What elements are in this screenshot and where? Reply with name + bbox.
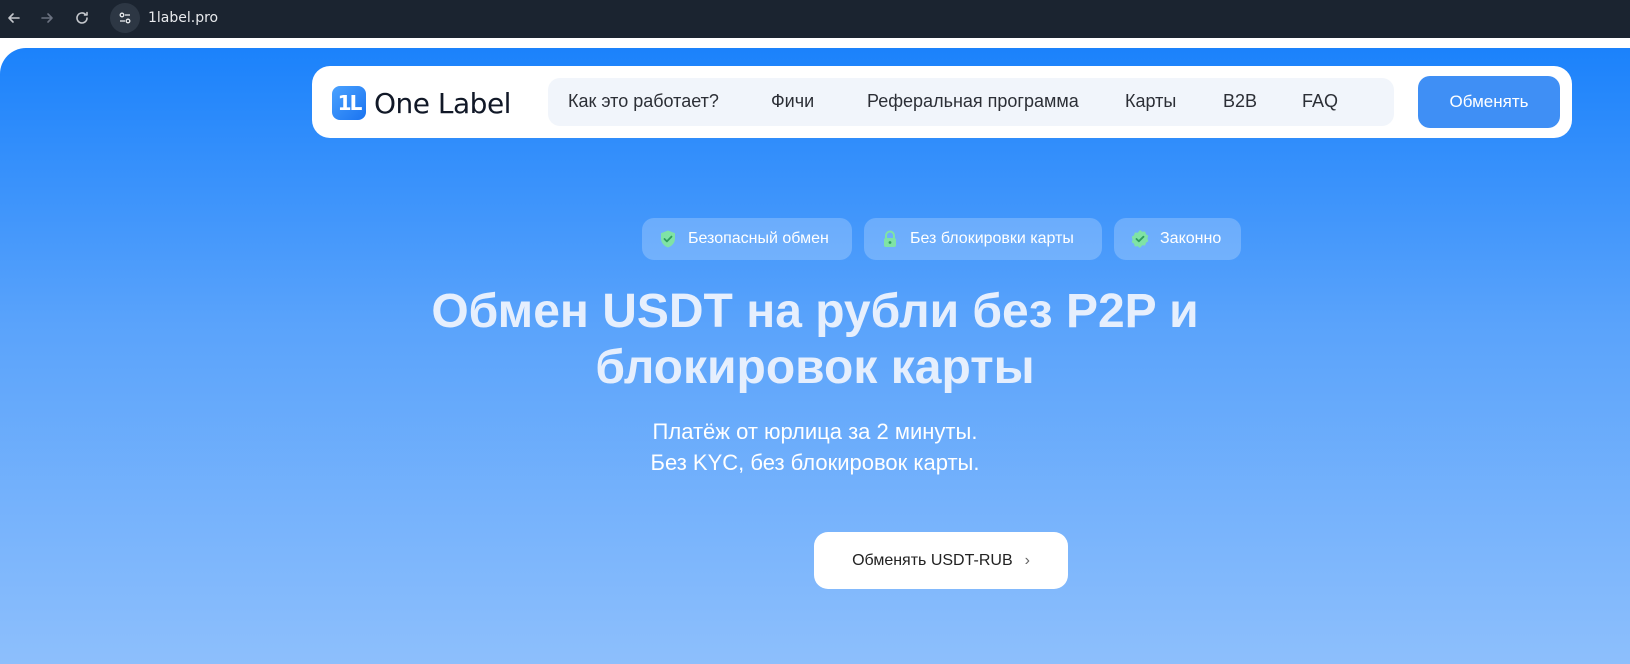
hero-subtitle: Платёж от юрлица за 2 минуты. Без KYC, б…: [0, 416, 1630, 478]
badge-label: Законно: [1160, 230, 1222, 247]
url-text[interactable]: 1label.pro: [148, 10, 218, 26]
nav-item-b2b[interactable]: B2B: [1223, 91, 1257, 112]
hero-subtitle-line1: Платёж от юрлица за 2 минуты.: [652, 419, 978, 444]
reload-button[interactable]: [68, 4, 96, 32]
nav-item-referral[interactable]: Реферальная программа: [867, 91, 1079, 112]
exchange-usdt-rub-button[interactable]: Обменять USDT-RUB ›: [814, 532, 1068, 589]
site-header: 1L One Label Как это работает? Фичи Рефе…: [312, 66, 1572, 138]
badge-legal: Законно: [1114, 218, 1241, 260]
badge-no-card-block: Без блокировки карты: [864, 218, 1102, 260]
browser-toolbar: 1label.pro: [0, 0, 1630, 38]
reload-icon: [76, 11, 88, 24]
arrow-left-icon: [8, 13, 20, 23]
cta-label: Обменять USDT-RUB: [852, 551, 1013, 569]
chrome-divider: [0, 38, 1630, 48]
tune-icon: [119, 12, 131, 24]
badge-label: Без блокировки карты: [910, 230, 1074, 247]
hero-title: Обмен USDT на рубли без P2P и блокировок…: [0, 284, 1630, 396]
badge-secure-exchange: Безопасный обмен: [642, 218, 852, 260]
logo-mark: 1L: [332, 86, 366, 120]
hero-subtitle-line2: Без KYC, без блокировок карты.: [650, 450, 980, 475]
address-bar[interactable]: 1label.pro: [110, 2, 1630, 34]
nav-item-how-it-works[interactable]: Как это работает?: [568, 91, 719, 112]
verified-badge-icon: [1130, 229, 1150, 249]
chevron-right-icon: ›: [1024, 551, 1030, 569]
lock-icon: [880, 229, 900, 249]
nav-item-cards[interactable]: Карты: [1125, 91, 1176, 112]
logo[interactable]: 1L One Label: [332, 86, 511, 120]
forward-button[interactable]: [33, 4, 61, 32]
arrow-right-icon: [41, 13, 53, 23]
hero-title-line2: блокировок карты: [595, 341, 1035, 394]
nav-item-faq[interactable]: FAQ: [1302, 91, 1338, 112]
shield-check-icon: [658, 229, 678, 249]
exchange-button[interactable]: Обменять: [1418, 76, 1560, 128]
hero-title-line1: Обмен USDT на рубли без P2P и: [431, 285, 1199, 338]
badge-label: Безопасный обмен: [688, 230, 829, 247]
main-nav: Как это работает? Фичи Реферальная прогр…: [548, 78, 1394, 126]
back-button[interactable]: [0, 4, 28, 32]
nav-item-features[interactable]: Фичи: [771, 91, 814, 112]
badges-row: Безопасный обмен Без блокировки карты За…: [0, 218, 1630, 260]
hero-section: 1L One Label Как это работает? Фичи Рефе…: [0, 48, 1630, 664]
site-info-button[interactable]: [110, 3, 140, 33]
logo-text: One Label: [374, 86, 511, 120]
